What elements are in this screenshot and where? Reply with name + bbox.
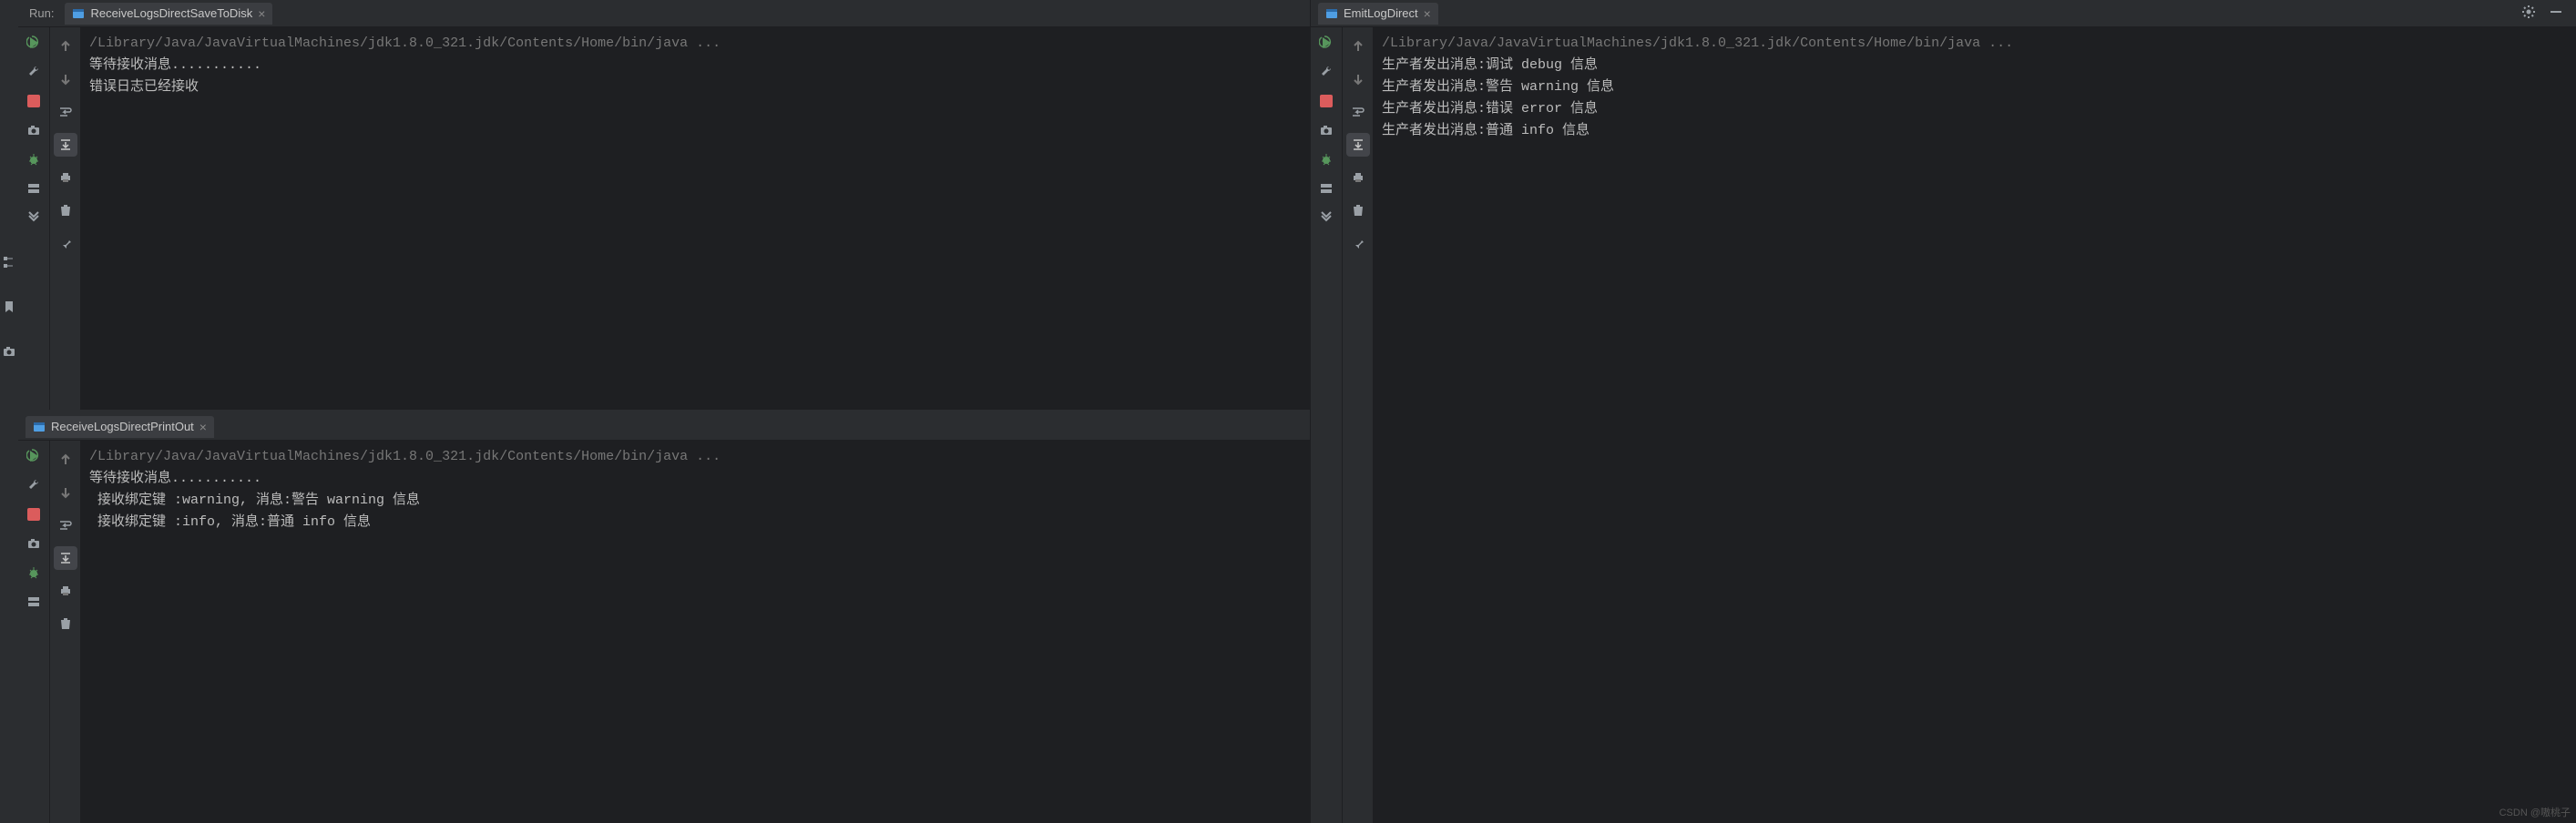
tab-label: ReceiveLogsDirectSaveToDisk — [90, 6, 252, 20]
up-arrow-icon[interactable] — [54, 448, 77, 472]
rerun-button[interactable] — [26, 448, 42, 464]
bookmarks-tool-icon[interactable] — [2, 300, 16, 317]
trash-icon[interactable] — [1346, 198, 1370, 222]
pin-icon[interactable] — [54, 231, 77, 255]
tab-label: ReceiveLogsDirectPrintOut — [51, 420, 194, 433]
tab-label: EmitLogDirect — [1344, 6, 1418, 20]
bug-icon[interactable] — [26, 564, 42, 581]
right-column: EmitLogDirect × — [1310, 0, 2576, 823]
wrench-icon[interactable] — [26, 64, 42, 80]
layout-icon[interactable] — [26, 594, 42, 610]
application-icon — [72, 7, 85, 20]
down-arrow-icon[interactable] — [54, 481, 77, 504]
stop-button[interactable] — [26, 506, 42, 523]
header-actions — [2521, 5, 2576, 22]
trash-icon[interactable] — [54, 612, 77, 635]
camera-icon[interactable] — [26, 535, 42, 552]
print-icon[interactable] — [1346, 166, 1370, 189]
console-line: 接收绑定键 :warning, 消息:警告 warning 信息 — [89, 490, 1301, 512]
scroll-to-end-icon[interactable] — [54, 133, 77, 157]
close-icon[interactable]: × — [1424, 6, 1431, 21]
close-icon[interactable]: × — [258, 6, 265, 21]
console-output-1[interactable]: /Library/Java/JavaVirtualMachines/jdk1.8… — [80, 27, 1310, 410]
console-line: 生产者发出消息:普通 info 信息 — [1382, 120, 2567, 142]
console-output-3[interactable]: /Library/Java/JavaVirtualMachines/jdk1.8… — [1373, 27, 2576, 823]
soft-wrap-icon[interactable] — [54, 513, 77, 537]
minimize-icon[interactable] — [2549, 5, 2563, 22]
application-icon — [1325, 7, 1338, 20]
camera-tool-icon[interactable] — [2, 344, 16, 361]
scroll-to-end-icon[interactable] — [1346, 133, 1370, 157]
camera-icon[interactable] — [26, 122, 42, 138]
console-line: 接收绑定键 :info, 消息:普通 info 信息 — [89, 512, 1301, 533]
console-output-2[interactable]: /Library/Java/JavaVirtualMachines/jdk1.8… — [80, 441, 1310, 823]
close-icon[interactable]: × — [199, 420, 207, 434]
bug-icon[interactable] — [1318, 151, 1334, 168]
tab-bar-right: EmitLogDirect × — [1311, 0, 2576, 27]
soft-wrap-icon[interactable] — [1346, 100, 1370, 124]
tab-bar-bottom-left: ReceiveLogsDirectPrintOut × — [18, 413, 1310, 441]
layout-icon[interactable] — [26, 180, 42, 197]
rerun-button[interactable] — [1318, 35, 1334, 51]
application-icon — [33, 421, 46, 433]
run-toolbar-left-2 — [18, 441, 49, 823]
console-line: 等待接收消息........... — [89, 55, 1301, 76]
tab-receive-print-out[interactable]: ReceiveLogsDirectPrintOut × — [26, 416, 214, 438]
run-toolbar-right — [1311, 27, 1342, 823]
stop-button[interactable] — [26, 93, 42, 109]
console-line: 生产者发出消息:警告 warning 信息 — [1382, 76, 2567, 98]
trash-icon[interactable] — [54, 198, 77, 222]
tab-emit-log-direct[interactable]: EmitLogDirect × — [1318, 3, 1438, 25]
watermark: CSDN @嗷桃子 — [2499, 805, 2571, 819]
java-path-line: /Library/Java/JavaVirtualMachines/jdk1.8… — [89, 33, 1301, 55]
camera-icon[interactable] — [1318, 122, 1334, 138]
expand-icon[interactable] — [1318, 209, 1334, 226]
panel-bottom-left: /Library/Java/JavaVirtualMachines/jdk1.8… — [18, 441, 1310, 823]
print-icon[interactable] — [54, 166, 77, 189]
pin-icon[interactable] — [1346, 231, 1370, 255]
down-arrow-icon[interactable] — [54, 67, 77, 91]
rerun-button[interactable] — [26, 35, 42, 51]
structure-tool-icon[interactable] — [2, 255, 16, 272]
run-toolbar-left — [18, 27, 49, 410]
tab-bar-top-left: Run: ReceiveLogsDirectSaveToDisk × — [18, 0, 1310, 27]
ide-left-gutter — [0, 0, 18, 823]
panel-right: /Library/Java/JavaVirtualMachines/jdk1.8… — [1311, 27, 2576, 823]
stop-button[interactable] — [1318, 93, 1334, 109]
left-column: Run: ReceiveLogsDirectSaveToDisk × — [18, 0, 1310, 823]
layout-icon[interactable] — [1318, 180, 1334, 197]
console-toolbar-left-2 — [49, 441, 80, 823]
down-arrow-icon[interactable] — [1346, 67, 1370, 91]
console-toolbar-left — [49, 27, 80, 410]
expand-icon[interactable] — [26, 209, 42, 226]
bug-icon[interactable] — [26, 151, 42, 168]
java-path-line: /Library/Java/JavaVirtualMachines/jdk1.8… — [89, 446, 1301, 468]
tab-receive-save-disk[interactable]: ReceiveLogsDirectSaveToDisk × — [65, 3, 272, 25]
print-icon[interactable] — [54, 579, 77, 603]
java-path-line: /Library/Java/JavaVirtualMachines/jdk1.8… — [1382, 33, 2567, 55]
wrench-icon[interactable] — [1318, 64, 1334, 80]
settings-icon[interactable] — [2521, 5, 2536, 22]
main-area: Run: ReceiveLogsDirectSaveToDisk × — [18, 0, 2576, 823]
run-label: Run: — [29, 6, 54, 20]
panel-top-left: /Library/Java/JavaVirtualMachines/jdk1.8… — [18, 27, 1310, 410]
console-line: 生产者发出消息:错误 error 信息 — [1382, 98, 2567, 120]
soft-wrap-icon[interactable] — [54, 100, 77, 124]
console-line: 等待接收消息........... — [89, 468, 1301, 490]
console-toolbar-right — [1342, 27, 1373, 823]
console-line: 生产者发出消息:调试 debug 信息 — [1382, 55, 2567, 76]
console-line: 错误日志已经接收 — [89, 76, 1301, 98]
wrench-icon[interactable] — [26, 477, 42, 493]
up-arrow-icon[interactable] — [54, 35, 77, 58]
up-arrow-icon[interactable] — [1346, 35, 1370, 58]
scroll-to-end-icon[interactable] — [54, 546, 77, 570]
